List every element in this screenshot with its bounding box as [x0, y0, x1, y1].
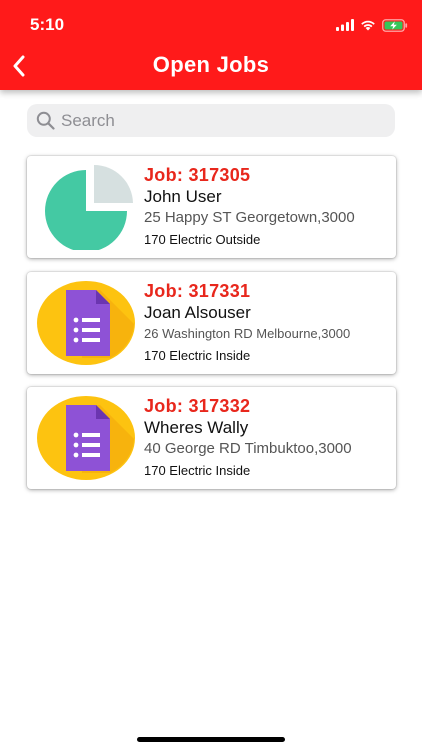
- customer-name: John User: [144, 187, 222, 206]
- customer-name: Joan Alsouser: [144, 303, 251, 322]
- job-address: 26 Washington RD Melbourne,3000: [144, 326, 351, 341]
- app-header: 5:10 Open Jobs: [0, 0, 422, 90]
- job-number: Job: 317305: [144, 165, 251, 185]
- form-document-icon: [36, 395, 136, 481]
- home-indicator[interactable]: [137, 737, 285, 742]
- search-bar[interactable]: [27, 104, 395, 137]
- search-input[interactable]: [61, 110, 361, 131]
- job-card[interactable]: Job: 317331 Joan Alsouser 26 Washington …: [27, 272, 396, 374]
- job-number: Job: 317332: [144, 396, 251, 416]
- search-icon: [36, 111, 55, 130]
- job-details: Job: 317331 Joan Alsouser 26 Washington …: [144, 280, 394, 366]
- page-title: Open Jobs: [152, 52, 270, 77]
- status-time: 5:10: [30, 15, 65, 34]
- customer-name: Wheres Wally: [144, 418, 249, 437]
- job-address: 25 Happy ST Georgetown,3000: [144, 209, 355, 226]
- battery-charging-icon: [382, 18, 408, 32]
- job-details: Job: 317305 John User 25 Happy ST George…: [144, 164, 394, 250]
- wifi-icon: [361, 20, 375, 31]
- pie-chart-icon: [36, 164, 136, 252]
- job-type: 170 Electric Inside: [144, 348, 251, 363]
- job-number: Job: 317331: [144, 281, 251, 301]
- job-type: 170 Electric Inside: [144, 463, 251, 478]
- form-document-icon: [36, 280, 136, 366]
- status-icons: [336, 18, 408, 32]
- job-type: 170 Electric Outside: [144, 232, 261, 247]
- status-bar: 5:10: [0, 0, 422, 48]
- job-card[interactable]: Job: 317332 Wheres Wally 40 George RD Ti…: [27, 387, 396, 489]
- job-details: Job: 317332 Wheres Wally 40 George RD Ti…: [144, 395, 394, 481]
- job-address: 40 George RD Timbuktoo,3000: [144, 440, 352, 457]
- signal-icon: [336, 19, 354, 31]
- job-card[interactable]: Job: 317305 John User 25 Happy ST George…: [27, 156, 396, 258]
